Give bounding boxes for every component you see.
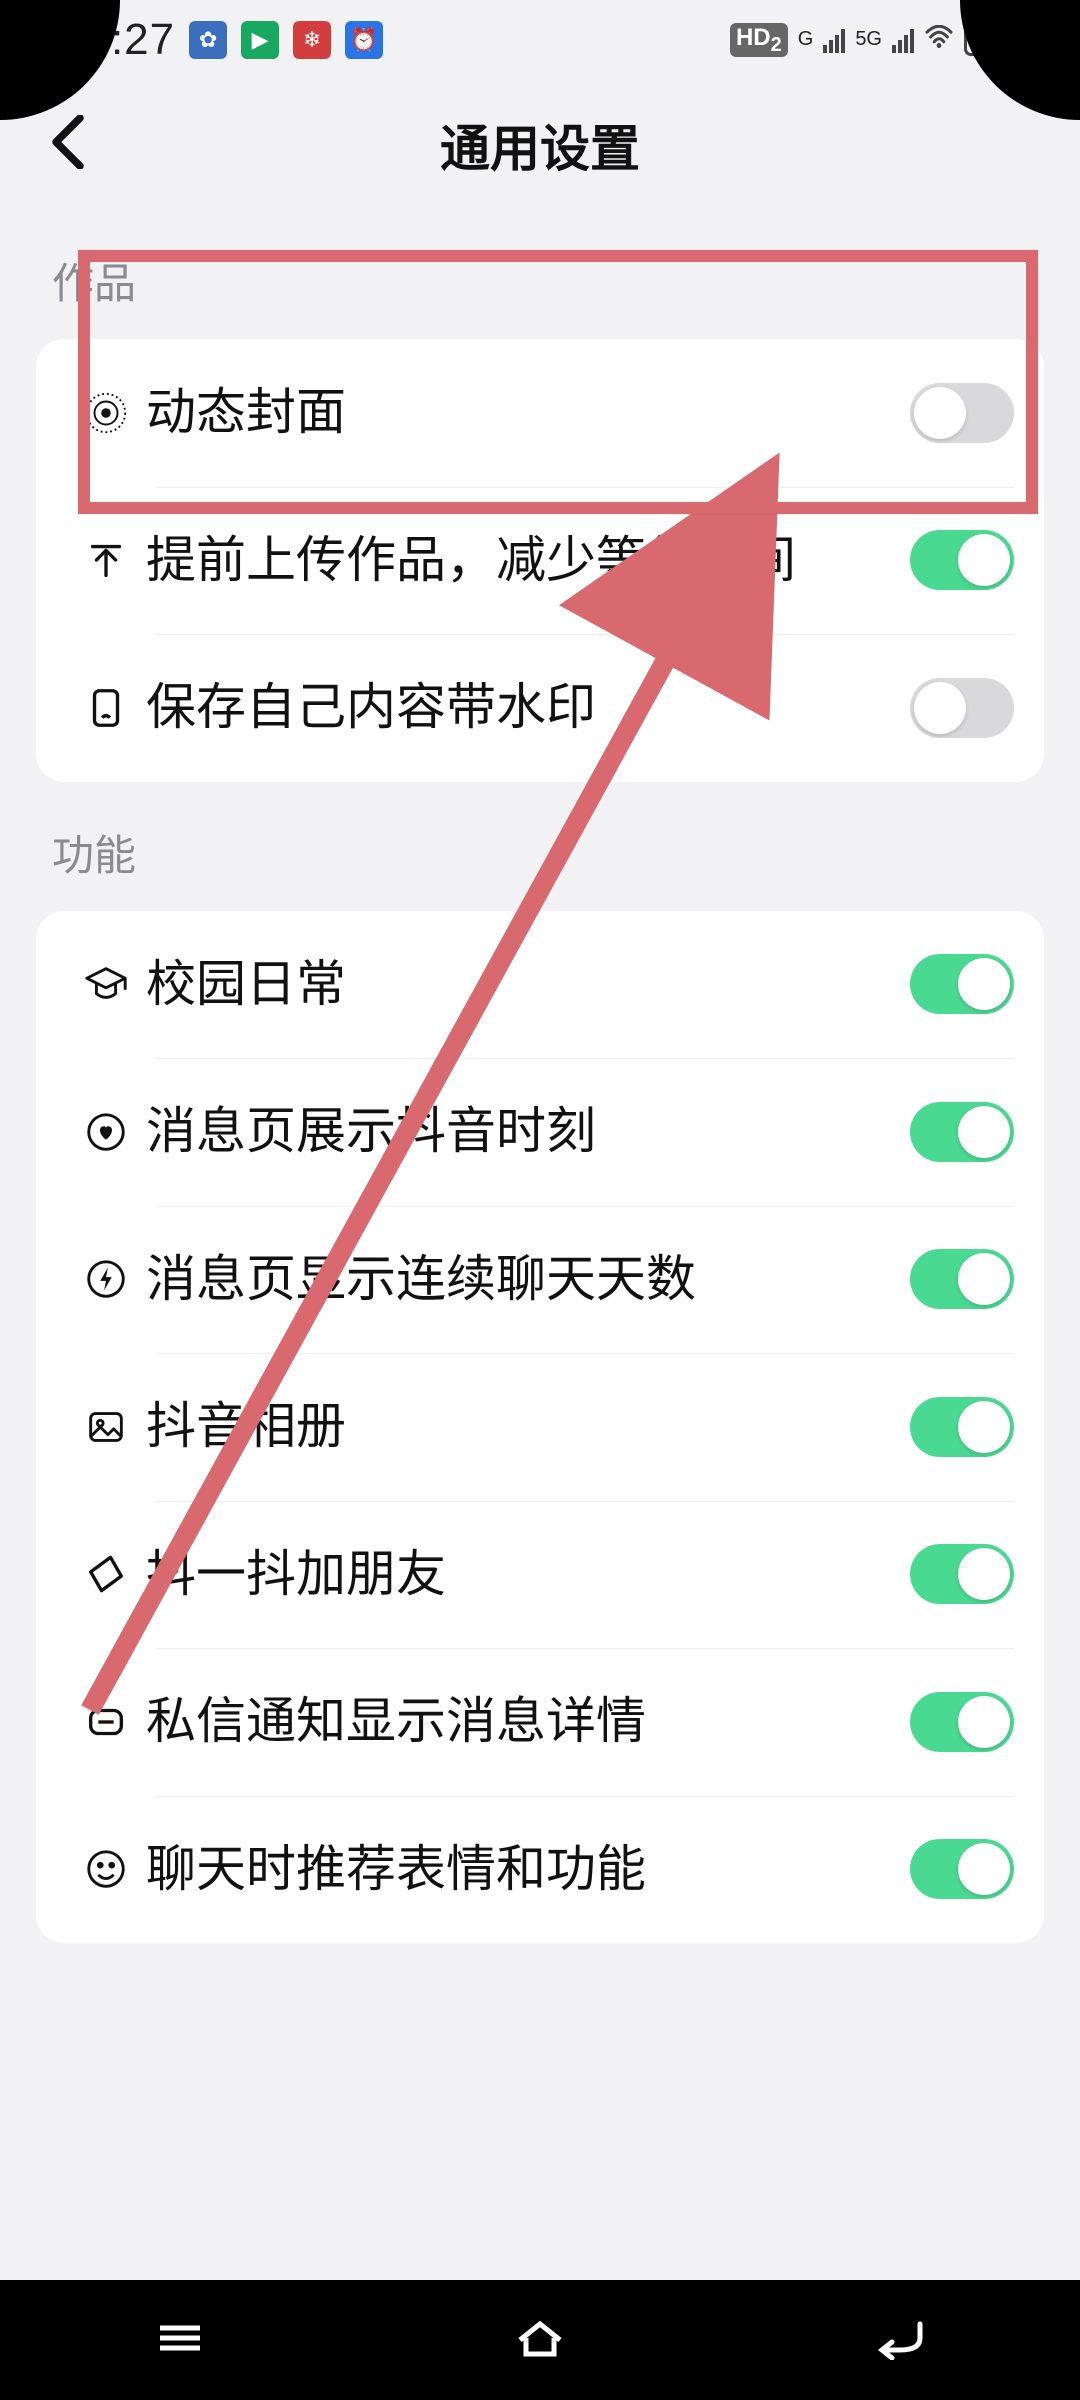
image-icon [66,1404,146,1450]
upload-icon [66,537,146,583]
moments-row[interactable]: 消息页展示抖音时刻 [36,1058,1044,1206]
watermark-toggle[interactable] [910,678,1014,738]
home-button[interactable] [510,2314,570,2367]
shake-toggle[interactable] [910,1544,1014,1604]
dynamic-cover-toggle[interactable] [910,383,1014,443]
back-button[interactable] [38,112,98,172]
row-label: 抖音相册 [146,1393,910,1461]
moments-toggle[interactable] [910,1102,1014,1162]
row-label: 动态封面 [146,379,910,447]
album-row[interactable]: 抖音相册 [36,1353,1044,1501]
signal-bars-2 [892,27,914,53]
dynamic-cover-row[interactable]: 动态封面 [36,339,1044,487]
app-header: 通用设置 [0,80,1080,210]
section-label-features: 功能 [0,782,1080,911]
album-toggle[interactable] [910,1397,1014,1457]
status-bar: 10:27 ✿ ▶ ❄ ⏰ HD2 G 5G 79 [0,0,1080,80]
row-label: 聊天时推荐表情和功能 [146,1836,910,1904]
chat-days-toggle[interactable] [910,1249,1014,1309]
device-icon [66,685,146,731]
shake-row[interactable]: 抖一抖加朋友 [36,1501,1044,1649]
row-label: 提前上传作品，减少等待时间 [146,527,910,595]
heart-circle-icon [66,1109,146,1155]
row-label: 校园日常 [146,951,910,1019]
row-label: 抖一抖加朋友 [146,1541,910,1609]
app-icon-3: ❄ [293,21,331,59]
row-label: 消息页展示抖音时刻 [146,1098,910,1166]
network-g: G [798,28,814,51]
shake-icon [66,1551,146,1597]
message-icon [66,1699,146,1745]
graduation-icon [66,961,146,1007]
wifi-icon [924,24,954,56]
section-label-works: 作品 [0,210,1080,339]
nav-back-button[interactable] [870,2316,930,2365]
emoji-suggest-row[interactable]: 聊天时推荐表情和功能 [36,1796,1044,1944]
watermark-row[interactable]: 保存自己内容带水印 [36,634,1044,782]
signal-bars-1 [823,27,845,53]
hd-indicator: HD2 [730,23,788,58]
chat-days-row[interactable]: 消息页显示连续聊天天数 [36,1206,1044,1354]
works-card: 动态封面 提前上传作品，减少等待时间 保存自己内容带水印 [36,339,1044,782]
emoji-suggest-toggle[interactable] [910,1839,1014,1899]
pre-upload-toggle[interactable] [910,530,1014,590]
pre-upload-row[interactable]: 提前上传作品，减少等待时间 [36,487,1044,635]
system-nav-bar [0,2280,1080,2400]
network-5g: 5G [855,28,882,51]
target-icon [66,390,146,436]
page-title: 通用设置 [440,109,640,181]
app-icon-4: ⏰ [345,21,383,59]
campus-row[interactable]: 校园日常 [36,911,1044,1059]
recent-apps-button[interactable] [150,2318,210,2363]
row-label: 消息页显示连续聊天天数 [146,1246,910,1314]
dm-detail-row[interactable]: 私信通知显示消息详情 [36,1648,1044,1796]
smiley-icon [66,1846,146,1892]
row-label: 私信通知显示消息详情 [146,1688,910,1756]
campus-toggle[interactable] [910,954,1014,1014]
row-label: 保存自己内容带水印 [146,674,910,742]
dm-detail-toggle[interactable] [910,1692,1014,1752]
app-icon-2: ▶ [241,21,279,59]
features-card: 校园日常 消息页展示抖音时刻 消息页显示连续聊天天数 抖音相册 抖一抖加朋友 私 [36,911,1044,1944]
lightning-circle-icon [66,1256,146,1302]
app-icon-1: ✿ [189,21,227,59]
